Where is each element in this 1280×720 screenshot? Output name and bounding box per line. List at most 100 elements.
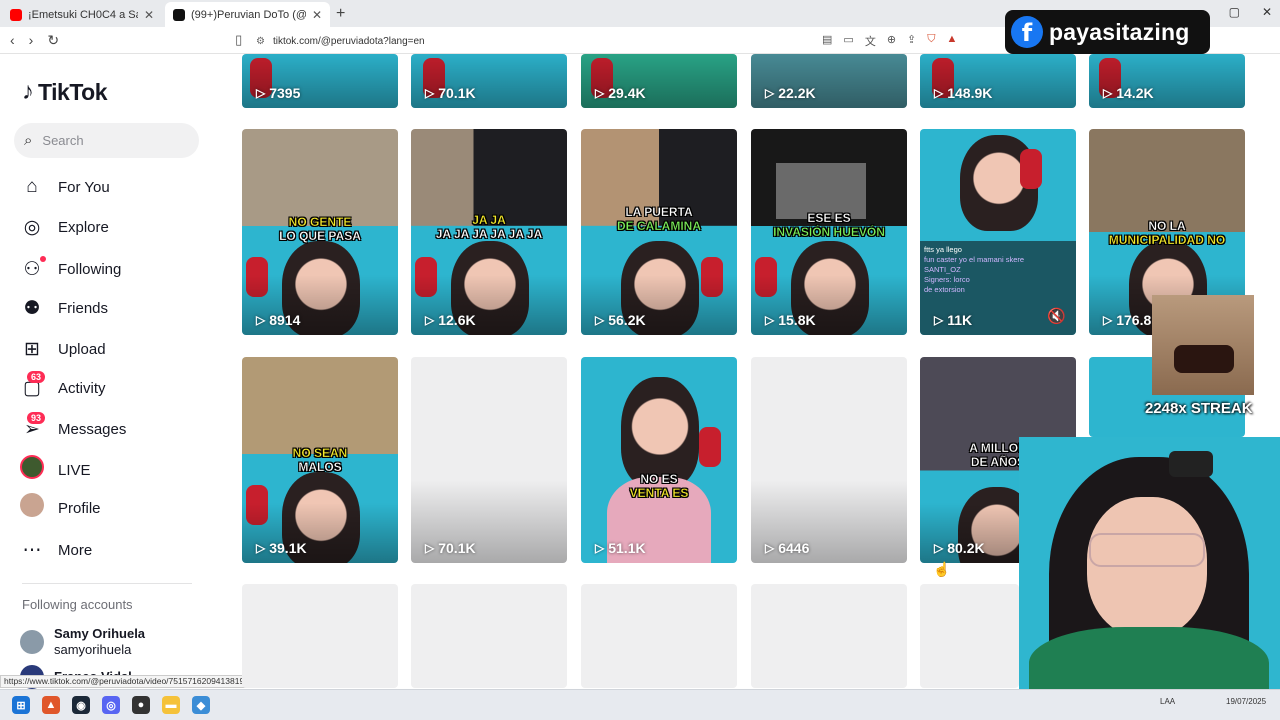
video-card[interactable]: NO SEAN MALOS ▷ 39.1K	[242, 357, 398, 563]
view-count: ▷ 12.6K	[425, 312, 476, 328]
sidebar-item-more[interactable]: ⋯ More	[20, 535, 93, 565]
folder-icon[interactable]: ▬	[162, 696, 180, 714]
video-card-placeholder[interactable]	[581, 584, 737, 688]
url-text: tiktok.com/@peruviadota?lang=en	[272, 35, 425, 47]
view-count: ▷ 70.1K	[425, 85, 476, 101]
video-card[interactable]: ▷ 70.1K	[411, 54, 567, 108]
view-count: ▷ 176.8	[1103, 312, 1152, 328]
video-card-placeholder[interactable]	[920, 584, 1019, 688]
steam-icon[interactable]: ◉	[72, 696, 90, 714]
video-card[interactable]: LA PUERTA DE CALAMINA ▷ 56.2K	[581, 129, 737, 335]
video-card[interactable]: ▷ 7395	[242, 54, 398, 108]
sidebar-divider	[22, 583, 192, 584]
activity-badge: 63	[27, 370, 46, 383]
video-card[interactable]: ▷ 22.2K	[751, 54, 907, 108]
facebook-icon: f	[1011, 16, 1043, 48]
compass-icon: ◎	[23, 216, 41, 238]
play-icon: ▷	[1103, 86, 1113, 100]
view-count: ▷ 22.2K	[765, 85, 816, 101]
video-card-placeholder[interactable]	[242, 584, 398, 688]
search-box[interactable]: ⌕	[14, 123, 199, 158]
sidebar-item-activity[interactable]: ▢ 63 Activity	[20, 370, 106, 403]
search-input[interactable]	[42, 133, 173, 148]
play-icon: ▷	[256, 86, 266, 100]
video-card[interactable]: ▷ 70.1K	[411, 357, 567, 563]
following-icon: ⚇	[20, 255, 46, 281]
video-card[interactable]: ESE ES INVASIÓN HUEVÓN ▷ 15.8K	[751, 129, 907, 335]
webcam-overlay	[1019, 437, 1280, 700]
back-icon[interactable]: ‹	[10, 32, 15, 49]
clock-date[interactable]: 19/07/2025	[1226, 697, 1266, 706]
facebook-handle: payasitazing	[1049, 18, 1190, 45]
video-card[interactable]: ▷ 148.9K	[920, 54, 1076, 108]
sidebar-item-profile[interactable]: Profile	[20, 493, 101, 523]
taskbar: ⊞ ▲ ◉ ◎ ● ▬ ◆ LAA 19/07/2025	[0, 689, 1280, 720]
video-card-placeholder[interactable]	[411, 584, 567, 688]
reader-icon[interactable]: ▤	[822, 33, 832, 49]
profile-avatar	[20, 493, 44, 523]
mute-icon[interactable]: 🔇	[1047, 307, 1066, 325]
sidebar-item-messages[interactable]: ➢ 93 Messages	[20, 411, 126, 444]
play-icon: ▷	[595, 86, 605, 100]
search-icon: ⌕	[24, 132, 33, 149]
video-card[interactable]: ftts ya llego fun caster yo el mamani ske…	[920, 129, 1076, 335]
zoom-icon[interactable]: ⊕	[887, 33, 896, 49]
windows-start-icon[interactable]: ⊞	[12, 696, 30, 714]
bookmark-icon[interactable]: ▯	[235, 32, 242, 48]
new-tab-button[interactable]: +	[336, 5, 345, 23]
tiktok-logo[interactable]: ♪ TikTok	[22, 78, 108, 106]
reload-icon[interactable]: ↻	[47, 32, 59, 49]
close-icon[interactable]: ✕	[312, 8, 322, 22]
close-icon[interactable]: ✕	[144, 8, 154, 22]
video-caption: NO ES VENTA ES	[629, 472, 689, 500]
view-count: ▷ 70.1K	[425, 540, 476, 556]
screen: ¡Emetsuki CH0C4 a Sacha! 🎮 Zo ✕ (99+)Per…	[0, 0, 1280, 720]
discord-icon[interactable]: ◎	[102, 696, 120, 714]
play-icon: ▷	[256, 313, 266, 327]
facebook-overlay: f payasitazing	[1005, 10, 1210, 54]
video-caption: NO SEAN MALOS	[292, 446, 348, 474]
obs-icon[interactable]: ●	[132, 696, 150, 714]
video-card-placeholder[interactable]	[751, 584, 907, 688]
share-icon[interactable]: ⇪	[907, 33, 916, 49]
play-icon: ▷	[765, 541, 775, 555]
video-caption: JA JA JA JA JA JA JA JA	[435, 213, 543, 241]
forward-icon[interactable]: ›	[29, 32, 34, 49]
home-icon: ⌂	[26, 176, 38, 197]
app-icon[interactable]: ◆	[192, 696, 210, 714]
brave-icon[interactable]: ▲	[42, 696, 60, 714]
maximize-icon[interactable]: ▢	[1229, 5, 1240, 19]
brave-shield-icon[interactable]: ⛉	[927, 33, 935, 49]
video-card[interactable]: ▷ 6446	[751, 357, 907, 563]
sidebar-item-explore[interactable]: ◎ Explore	[20, 212, 109, 242]
video-card[interactable]: ▷ 14.2K	[1089, 54, 1245, 108]
brave-rewards-icon[interactable]: ▲	[947, 33, 958, 49]
video-card[interactable]: JA JA JA JA JA JA JA JA ▷ 12.6K	[411, 129, 567, 335]
mouse-cursor-icon: ☝	[933, 561, 951, 577]
play-icon: ▷	[425, 313, 435, 327]
sidebar-item-live[interactable]: LIVE	[20, 455, 91, 485]
video-card[interactable]: NO ES VENTA ES ▷ 51.1K	[581, 357, 737, 563]
youtube-favicon-icon	[10, 8, 22, 21]
play-icon: ▷	[765, 86, 775, 100]
inbox-icon: ▢ 63	[20, 370, 46, 400]
sidebar-item-friends[interactable]: ⚉ Friends	[20, 293, 108, 323]
close-window-icon[interactable]: ✕	[1262, 5, 1272, 19]
browser-tab-youtube[interactable]: ¡Emetsuki CH0C4 a Sacha! 🎮 Zo ✕	[2, 2, 162, 27]
sidebar-item-following[interactable]: ⚇ Following	[20, 254, 121, 284]
translate-icon[interactable]: 文	[865, 33, 876, 49]
sidebar-item-for-you[interactable]: ⌂ For You	[20, 172, 109, 202]
view-count: ▷ 14.2K	[1103, 85, 1154, 101]
site-info-icon[interactable]: ⚙	[256, 36, 265, 47]
view-count: ▷ 8914	[256, 312, 301, 328]
language-indicator[interactable]: LAA	[1160, 697, 1175, 706]
video-card[interactable]: ▷ 29.4K	[581, 54, 737, 108]
video-caption: LA PUERTA DE CALAMINA	[617, 205, 701, 233]
view-count: ▷ 51.1K	[595, 540, 646, 556]
play-icon: ▷	[256, 541, 266, 555]
video-card[interactable]: NO GENTE LO QUE PASA ▷ 8914	[242, 129, 398, 335]
sidebar-item-upload[interactable]: ⊞ Upload	[20, 334, 106, 364]
following-account[interactable]: Samy Orihuela samyorihuela	[20, 626, 145, 658]
browser-tab-tiktok[interactable]: (99+)Peruvian DoTo (@peruviad ✕	[165, 2, 330, 27]
cast-icon[interactable]: ▭	[843, 33, 853, 49]
